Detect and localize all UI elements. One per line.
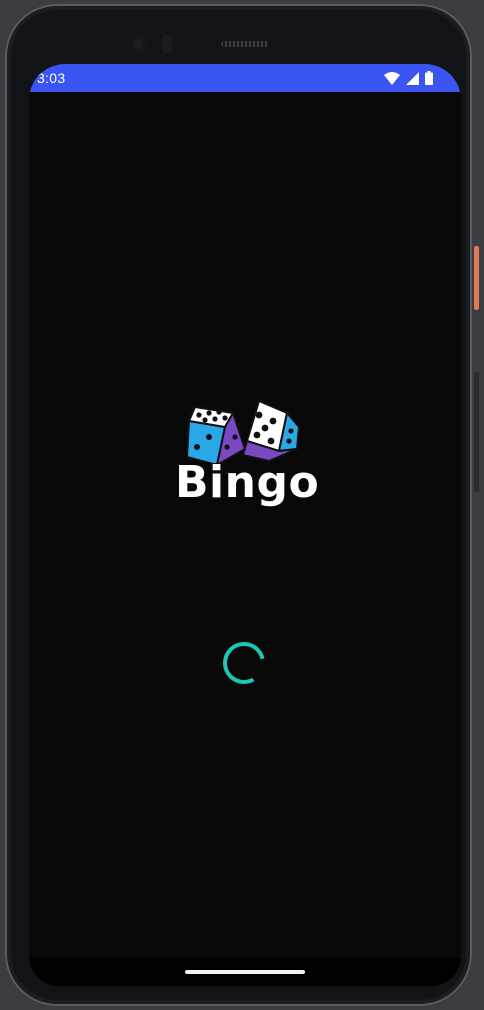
power-button[interactable] (474, 246, 479, 310)
app-name: Bingo (175, 457, 320, 508)
home-indicator[interactable] (185, 970, 305, 974)
screen: 3:03 Bingo (29, 64, 461, 986)
status-bar: 3:03 (29, 64, 461, 92)
phone-frame: 3:03 Bingo (5, 4, 472, 1006)
cellular-signal-icon (406, 71, 419, 85)
earpiece-speaker (221, 41, 269, 47)
navigation-bar (29, 958, 461, 986)
loading-spinner (223, 642, 265, 684)
battery-icon (425, 71, 433, 85)
proximity-sensor (162, 34, 172, 54)
volume-button[interactable] (474, 372, 479, 492)
status-time: 3:03 (37, 70, 66, 86)
status-icons (384, 71, 433, 85)
front-camera (128, 34, 148, 54)
wifi-icon (384, 71, 400, 85)
app-logo: Bingo (175, 399, 320, 519)
dice-icon (185, 399, 301, 463)
